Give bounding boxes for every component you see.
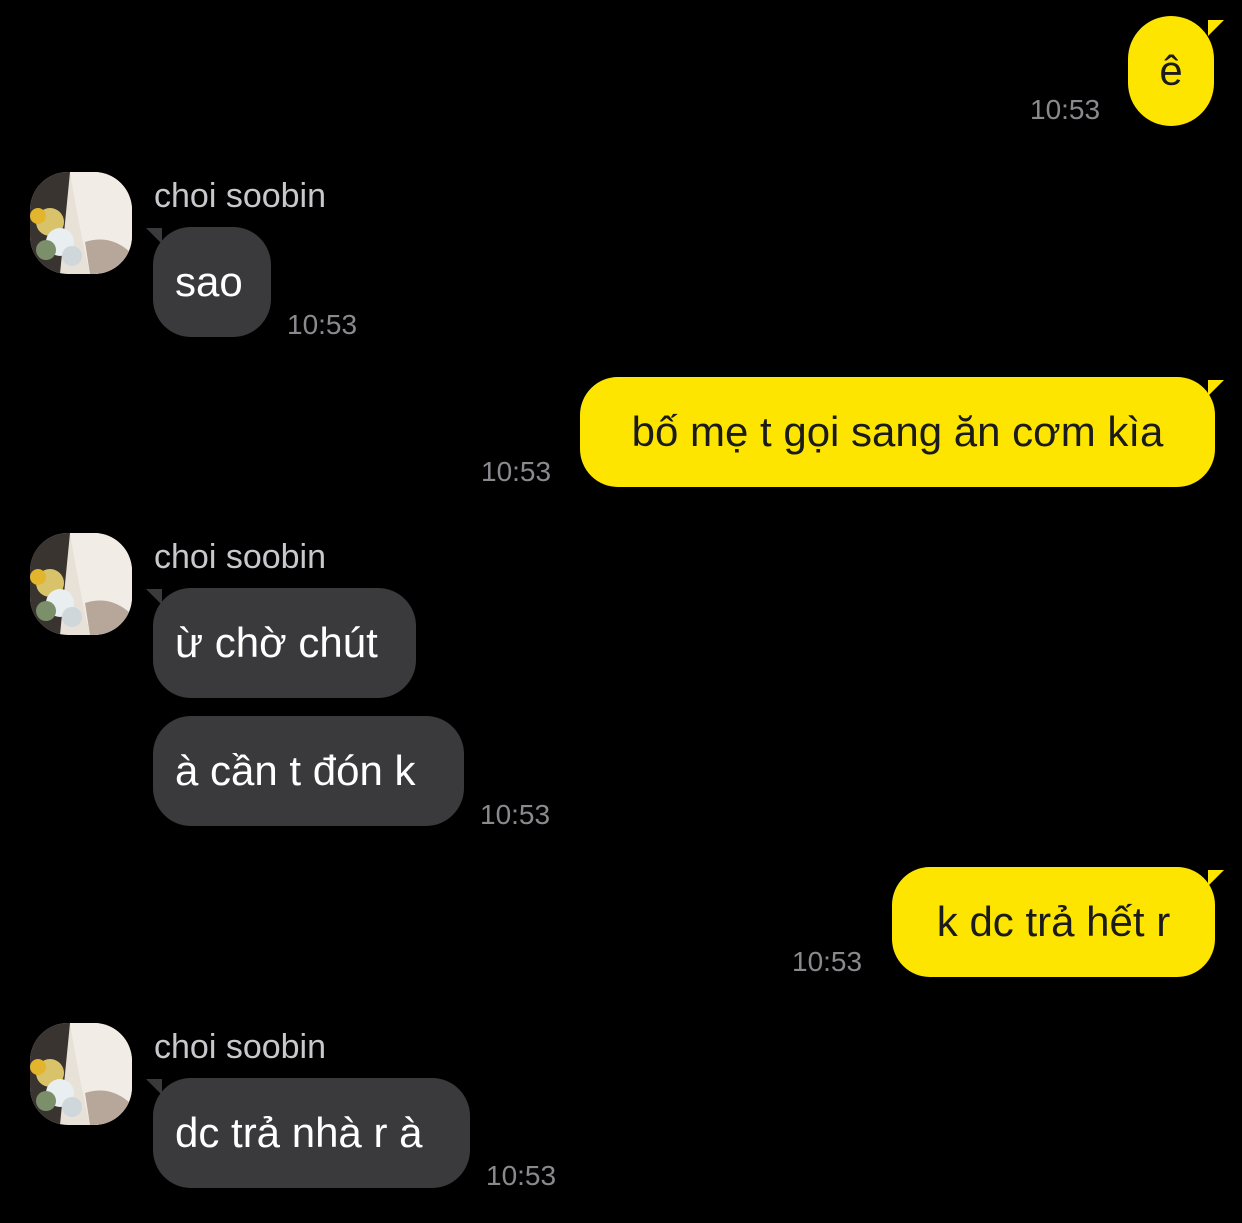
bubble-tail: [1208, 870, 1224, 886]
outgoing-message-bubble[interactable]: ê: [1128, 16, 1214, 126]
sender-name: choi soobin: [154, 177, 327, 215]
incoming-message-bubble[interactable]: à cần t đón k: [153, 716, 464, 826]
message-timestamp: 10:53: [480, 799, 551, 830]
message-timestamp: 10:53: [481, 456, 552, 487]
outgoing-message-bubble[interactable]: bố mẹ t gọi sang ăn cơm kìa: [580, 377, 1215, 487]
message-timestamp: 10:53: [486, 1160, 557, 1191]
incoming-message-bubble[interactable]: sao: [153, 227, 271, 337]
incoming-message-bubble[interactable]: dc trả nhà r à: [153, 1078, 470, 1188]
message-timestamp: 10:53: [287, 309, 358, 340]
avatar-photo-icon: [30, 172, 132, 274]
message-timestamp: 10:53: [1030, 94, 1101, 125]
contact-avatar[interactable]: [30, 172, 132, 274]
contact-avatar[interactable]: [30, 1023, 132, 1125]
sender-name: choi soobin: [154, 538, 327, 576]
sender-name: choi soobin: [154, 1028, 327, 1066]
message-timestamp: 10:53: [792, 946, 863, 977]
avatar-photo-icon: [30, 533, 132, 635]
incoming-message-bubble[interactable]: ừ chờ chút: [153, 588, 416, 698]
avatar-photo-icon: [30, 1023, 132, 1125]
bubble-tail: [1208, 20, 1224, 36]
contact-avatar[interactable]: [30, 533, 132, 635]
outgoing-message-bubble[interactable]: k dc trả hết r: [892, 867, 1215, 977]
bubble-tail: [1208, 380, 1224, 396]
